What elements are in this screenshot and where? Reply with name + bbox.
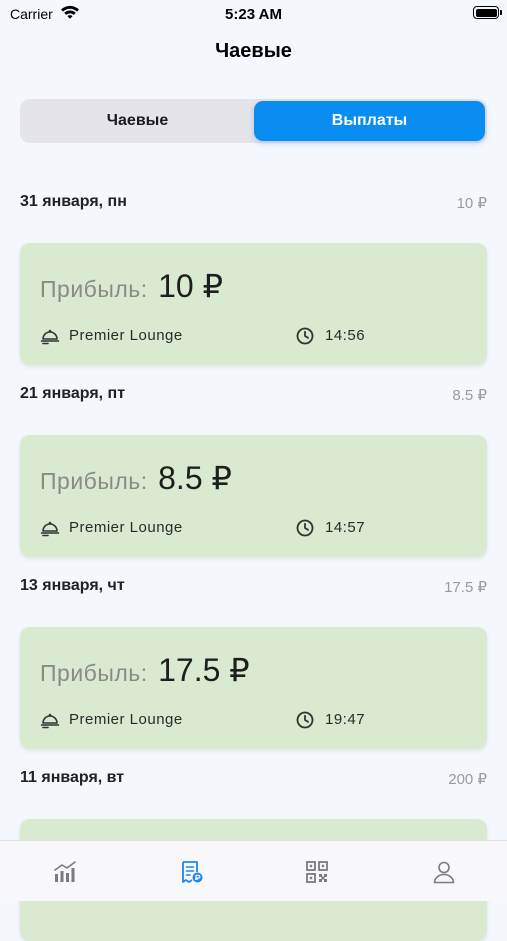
day-header: 11 января, вт 200 ₽ xyxy=(20,769,487,791)
cloche-icon xyxy=(40,521,60,537)
profit-label: Прибыль: xyxy=(40,276,148,302)
venue-name: Premier Lounge xyxy=(69,519,183,536)
page-title: Чаевые xyxy=(215,40,292,62)
venue-name: Premier Lounge xyxy=(69,711,183,728)
cloche-icon xyxy=(40,329,60,345)
segmented-control: Чаевые Выплаты xyxy=(20,99,487,143)
profit-amount: 8.5 ₽ xyxy=(158,460,232,496)
tip-card[interactable]: Прибыль: 17.5 ₽ Premier Lounge 19:47 xyxy=(20,627,487,749)
tip-card[interactable]: Прибыль: 8.5 ₽ Premier Lounge 14:57 xyxy=(20,435,487,557)
profit-row: Прибыль: 10 ₽ xyxy=(40,267,223,305)
chart-icon[interactable] xyxy=(52,859,78,885)
day-total: 200 ₽ xyxy=(448,771,487,788)
status-bar: Carrier 5:23 AM xyxy=(0,0,507,28)
profit-amount: 10 ₽ xyxy=(158,268,223,304)
day-date: 13 января, чт xyxy=(20,577,125,594)
tip-time: 14:56 xyxy=(325,327,366,344)
day-total: 10 ₽ xyxy=(456,195,487,212)
tip-card[interactable]: Прибыль: 10 ₽ Premier Lounge 14:56 xyxy=(20,243,487,365)
receipt-icon[interactable] xyxy=(179,859,205,885)
clock-icon xyxy=(296,711,314,729)
profile-icon[interactable] xyxy=(431,859,457,885)
status-time: 5:23 AM xyxy=(225,6,282,23)
day-header: 21 января, пт 8.5 ₽ xyxy=(20,385,487,407)
day-header: 13 января, чт 17.5 ₽ xyxy=(20,577,487,599)
day-total: 17.5 ₽ xyxy=(444,579,487,596)
tip-time: 14:57 xyxy=(325,519,366,536)
profit-amount: 17.5 ₽ xyxy=(158,652,250,688)
segment-tips[interactable]: Чаевые xyxy=(22,101,253,141)
profit-label: Прибыль: xyxy=(40,468,148,494)
day-date: 11 января, вт xyxy=(20,769,125,786)
venue-name: Premier Lounge xyxy=(69,327,183,344)
segment-payouts[interactable]: Выплаты xyxy=(254,101,485,141)
tab-bar xyxy=(0,840,507,901)
tip-time: 19:47 xyxy=(325,711,366,728)
cloche-icon xyxy=(40,713,60,729)
profit-row: Прибыль: 8.5 ₽ xyxy=(40,459,232,497)
profit-row: Прибыль: 17.5 ₽ xyxy=(40,651,250,689)
day-total: 8.5 ₽ xyxy=(452,387,487,404)
day-date: 21 января, пт xyxy=(20,385,126,402)
day-header: 31 января, пн 10 ₽ xyxy=(20,193,487,215)
battery-icon xyxy=(473,6,502,19)
profit-label: Прибыль: xyxy=(40,660,148,686)
clock-icon xyxy=(296,519,314,537)
qr-code-icon[interactable] xyxy=(304,859,330,885)
day-date: 31 января, пн xyxy=(20,193,127,210)
clock-icon xyxy=(296,327,314,345)
